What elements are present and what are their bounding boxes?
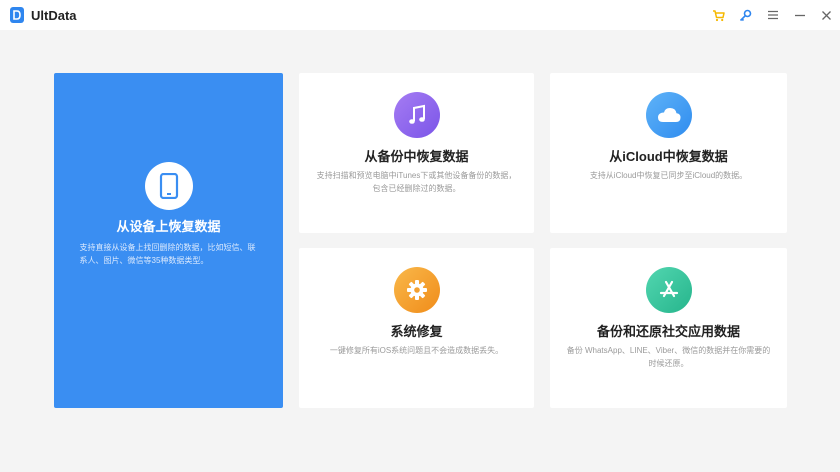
- card-description: 支持直接从设备上找回删除的数据，比如短信、联系人、图片、微信等35种数据类型。: [79, 243, 256, 265]
- minimize-icon[interactable]: [786, 0, 813, 30]
- gear-icon: [393, 267, 440, 313]
- recover-from-icloud-card[interactable]: 从iCloud中恢复数据 支持从iCloud中恢复已同步至iCloud的数据。: [550, 73, 787, 233]
- key-icon[interactable]: [732, 0, 759, 30]
- card-title: 系统修复: [390, 324, 443, 339]
- card-title: 备份和还原社交应用数据: [596, 324, 740, 339]
- card-title: 从设备上恢复数据: [116, 219, 221, 234]
- card-description: 一键修复所有iOS系统问题且不会造成数据丢失。: [329, 346, 504, 355]
- title-bar: UltData: [0, 0, 840, 30]
- card-title: 从备份中恢复数据: [364, 149, 469, 164]
- close-icon[interactable]: [813, 0, 840, 30]
- card-title: 从iCloud中恢复数据: [609, 149, 728, 164]
- social-app-backup-card[interactable]: 备份和还原社交应用数据 备份 WhatsApp、LINE、Viber、微信的数据…: [550, 248, 787, 408]
- app-store-icon: [645, 267, 692, 313]
- recover-from-backup-card[interactable]: 从备份中恢复数据 支持扫描和预览电脑中iTunes下或其他设备备份的数据，包含已…: [299, 73, 534, 233]
- app-title: UltData: [31, 7, 77, 23]
- system-repair-card[interactable]: 系统修复 一键修复所有iOS系统问题且不会造成数据丢失。: [299, 248, 534, 408]
- card-description: 支持从iCloud中恢复已同步至iCloud的数据。: [589, 171, 748, 180]
- phone-icon: [144, 162, 193, 210]
- card-description: 备份 WhatsApp、LINE、Viber、微信的数据并在你需要的时候还原。: [566, 346, 771, 368]
- card-description: 支持扫描和预览电脑中iTunes下或其他设备备份的数据，包含已经删除过的数据。: [316, 171, 517, 193]
- cart-icon[interactable]: [705, 0, 732, 30]
- music-note-icon: [393, 92, 440, 138]
- app-logo-icon: [10, 7, 24, 23]
- cloud-icon: [645, 92, 692, 138]
- menu-icon[interactable]: [759, 0, 786, 30]
- recover-from-device-card[interactable]: 从设备上恢复数据 支持直接从设备上找回删除的数据，比如短信、联系人、图片、微信等…: [54, 73, 283, 408]
